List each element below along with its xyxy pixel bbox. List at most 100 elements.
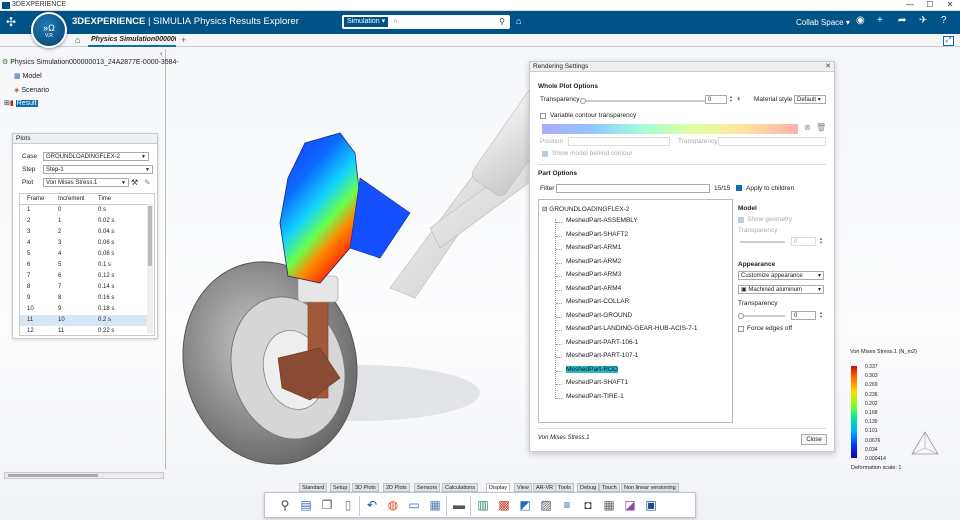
communicate-icon[interactable]: ✈ [919,15,927,26]
tag-icon[interactable]: ⌂ [516,16,521,26]
page-icon[interactable]: ▤ [298,497,314,513]
shading-icon[interactable]: ◩ [517,497,533,513]
presentation-icon[interactable]: ▬ [451,497,467,513]
part-tree-item[interactable]: MeshedPart-ROD [566,365,618,373]
slider-knob[interactable] [738,313,744,319]
action-tab[interactable]: Debug [577,483,600,492]
grid-icon[interactable]: ▦ [601,497,617,513]
layers-icon[interactable]: ≡ [559,497,575,513]
action-tab[interactable]: Touch [599,483,620,492]
part-tree-item[interactable]: MeshedPart-LANDING-GEAR-HUB-ACIS-7-1 [566,325,697,332]
edit-plot-icon[interactable]: ✎ [144,178,151,187]
horizontal-scrollbar[interactable] [4,472,164,479]
table-row[interactable]: 6 5 0.1 s [20,260,148,271]
color-icon[interactable]: ▩ [496,497,512,513]
material-select[interactable]: ▣ Machined aluminum ▾ [738,285,824,294]
part-tree-item[interactable]: MeshedPart-ASSEMBLY [566,217,638,224]
action-tab[interactable]: AR-VR [533,483,557,492]
app-transparency-slider[interactable] [740,315,785,317]
table-row[interactable]: 8 7 0.14 s [20,282,148,293]
model-transparency-input[interactable]: 0 [791,237,816,246]
show-geometry-checkbox[interactable] [738,217,744,223]
variable-transparency-checkbox[interactable] [540,113,546,119]
show-behind-checkbox[interactable] [542,151,548,157]
part-tree-root[interactable]: ⊟ GROUNDLOADINGFLEX-2 [542,205,629,213]
transparency-slider[interactable] [580,100,705,102]
share-icon[interactable]: ➦ [898,15,906,26]
transparency2-select[interactable] [718,137,826,146]
compass-widget[interactable]: »Ω V,R [31,12,67,48]
spin-arrows-icon[interactable]: ▲ ▼ [819,311,824,320]
zoom-icon[interactable]: ⚲ [277,497,293,513]
tree-root[interactable]: ⚙ Physics Simulation000000013_24A2877E-0… [2,58,179,66]
part-tree-item[interactable]: MeshedPart-PART-107-1 [566,352,638,359]
step-select[interactable]: Step-1 ▼ [43,165,153,174]
render-icon[interactable]: ◪ [622,497,638,513]
table-row[interactable]: 12 11 0.22 s [20,326,148,337]
model-transparency-slider[interactable] [740,241,785,243]
part-icon[interactable]: ▥ [475,497,491,513]
undo-icon[interactable]: ↶ [364,497,380,513]
export-icon[interactable]: ▣ [643,497,659,513]
action-tab[interactable]: Calculations [442,483,478,492]
help-icon[interactable]: ? [941,15,947,26]
table-row[interactable]: 11 10 0.2 s [20,315,148,326]
close-button[interactable]: Close [801,434,827,445]
sphere-icon[interactable]: ◍ [385,497,401,513]
collapse-tree-icon[interactable]: ‹ [160,49,163,58]
scroll-thumb[interactable] [148,206,152,266]
spin-arrows-icon[interactable]: ▲ ▼ [729,95,734,104]
action-tab[interactable]: Display [486,483,511,492]
part-tree-item[interactable]: MeshedPart-SHAFT1 [566,379,628,386]
tree-item-model[interactable]: ▦ Model [14,72,42,80]
plot-options-icon[interactable]: ⚒ [131,178,138,187]
part-tree-item[interactable]: MeshedPart-ARM1 [566,244,621,251]
screen-icon[interactable]: ▭ [406,497,422,513]
table-row[interactable]: 4 3 0.06 s [20,238,148,249]
position-select[interactable] [568,137,670,146]
action-tab[interactable]: 2D Plots [383,483,410,492]
tree-item-result[interactable]: ⊞▮ Result [4,99,38,107]
delete-icon[interactable]: 🗑 [816,123,826,132]
part-tree-item[interactable]: MeshedPart-PART-106-1 [566,339,638,346]
image-icon[interactable]: ▨ [538,497,554,513]
search-scope-select[interactable]: Simulation ▾ [344,17,389,27]
action-tab[interactable]: Standard [299,483,328,492]
table-row[interactable]: 5 4 0.08 s [20,249,148,260]
part-tree-item[interactable]: MeshedPart-ARM4 [566,285,621,292]
table-row[interactable]: 10 9 0.18 s [20,304,148,315]
part-tree-item[interactable]: MeshedPart-COLLAR [566,298,629,305]
maximize-button[interactable]: ☐ [920,0,940,9]
camera-icon[interactable]: ◘ [580,497,596,513]
table-scrollbar[interactable] [147,204,153,334]
axis-compass-icon[interactable] [908,428,942,462]
part-tree-item[interactable]: MeshedPart-GROUND [566,312,632,319]
paste-icon[interactable]: ▯ [340,497,356,513]
collab-space-dropdown[interactable]: Collab Space ▾ [796,18,850,27]
scroll-thumb[interactable] [8,474,98,477]
part-tree-item[interactable]: MeshedPart-SHAFT2 [566,231,628,238]
table-row[interactable]: 3 2 0.04 s [20,227,148,238]
ds-logo-icon[interactable]: ✣ [6,15,16,29]
copy-icon[interactable]: ❐ [319,497,335,513]
plot-select[interactable]: Von Mises Stress.1 ▼ [43,178,129,187]
force-edges-checkbox[interactable] [738,326,744,332]
part-tree-item[interactable]: MeshedPart-ARM2 [566,258,621,265]
home-icon[interactable]: ⌂ [75,35,80,45]
action-tab[interactable]: Sensors [414,483,441,492]
tree-item-scenario[interactable]: ◈ Scenario [14,86,49,94]
appearance-select[interactable]: Customize appearance ▾ [738,271,824,280]
add-icon[interactable]: + [877,15,883,26]
material-style-select[interactable]: Default ▾ [794,95,826,104]
part-tree-item[interactable]: MeshedPart-ARM3 [566,271,621,278]
minimize-button[interactable]: — [900,0,920,9]
fullscreen-icon[interactable]: ⤢ [943,36,954,46]
table-icon[interactable]: ▦ [427,497,443,513]
table-row[interactable]: 2 1 0.02 s [20,216,148,227]
apply-children-checkbox[interactable] [736,185,742,191]
spin-arrows-icon[interactable]: ▲ ▼ [819,237,824,246]
search-icon[interactable]: ⚲ [499,17,505,26]
table-row[interactable]: 9 8 0.16 s [20,293,148,304]
action-tab[interactable]: Non linear versioning [621,483,679,492]
case-select[interactable]: GROUNDLOADINGFLEX-2 ▼ [43,152,149,161]
